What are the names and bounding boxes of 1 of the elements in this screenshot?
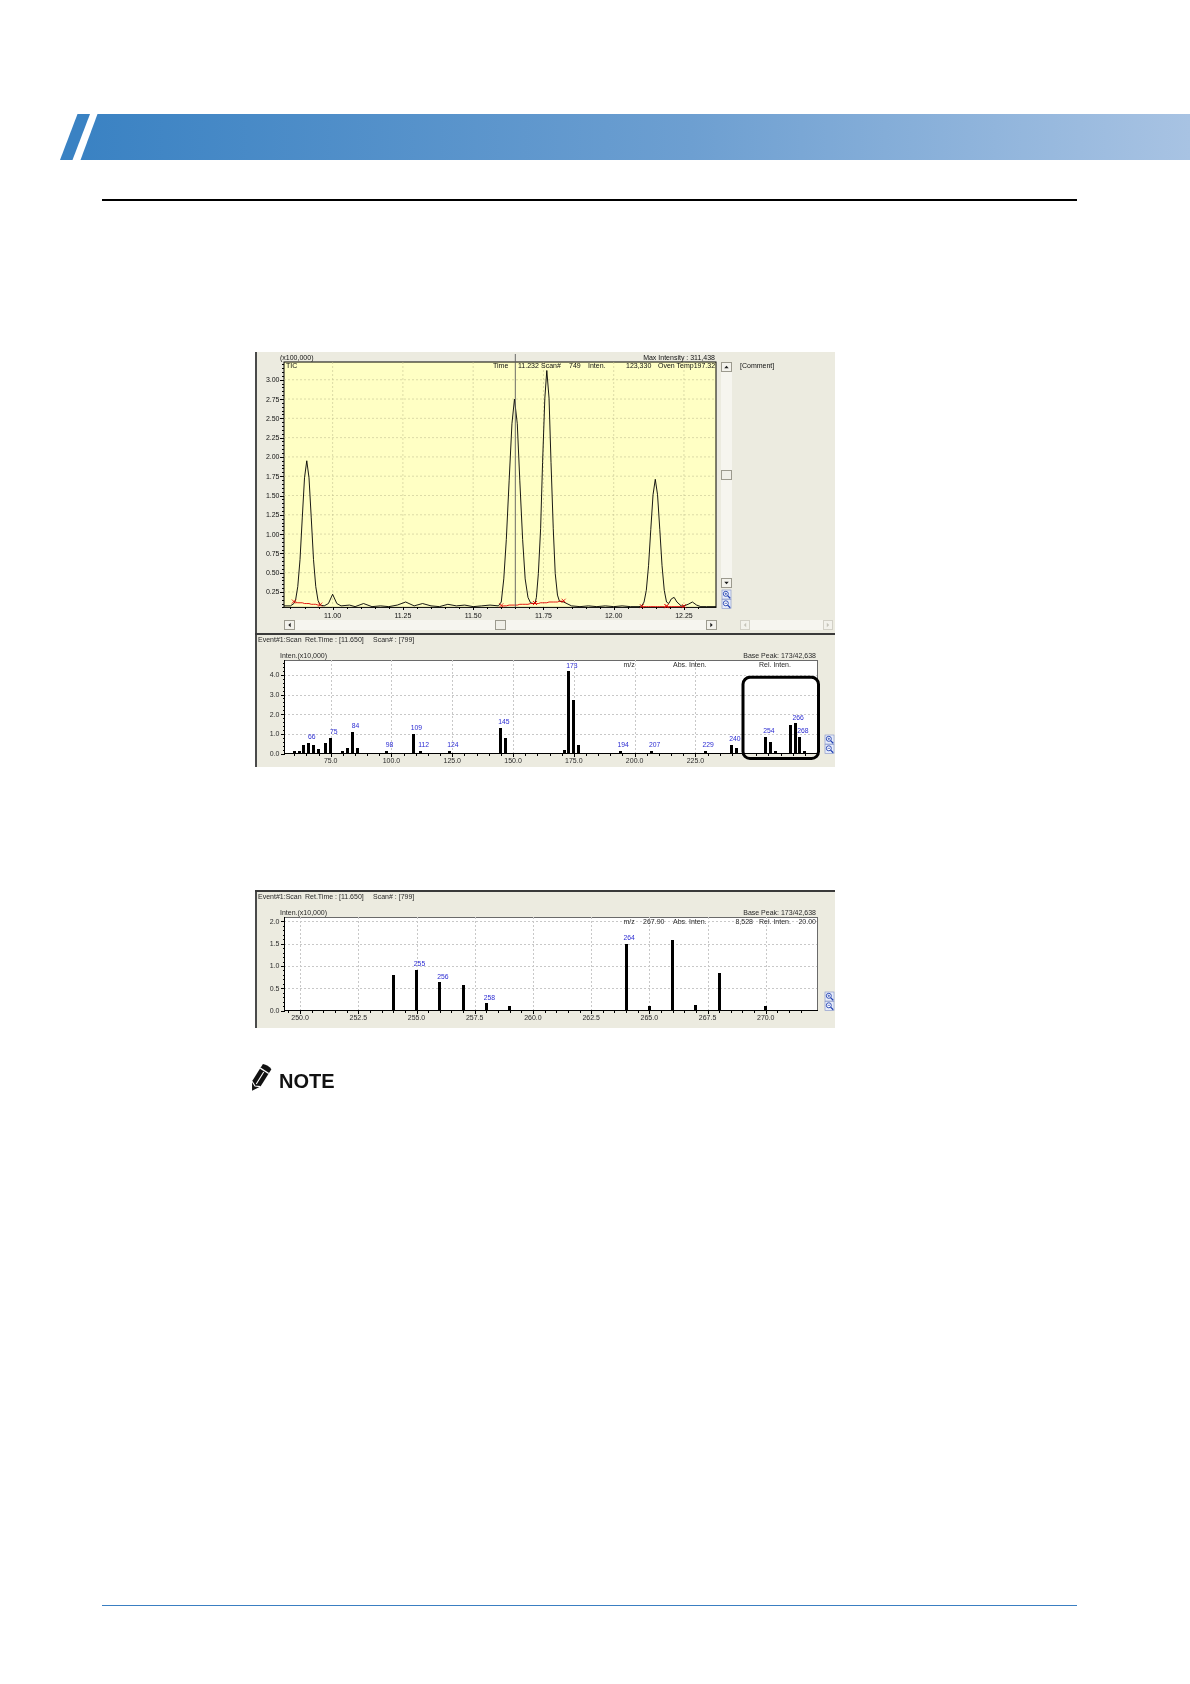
- note-heading: NOTE: [279, 1071, 335, 1094]
